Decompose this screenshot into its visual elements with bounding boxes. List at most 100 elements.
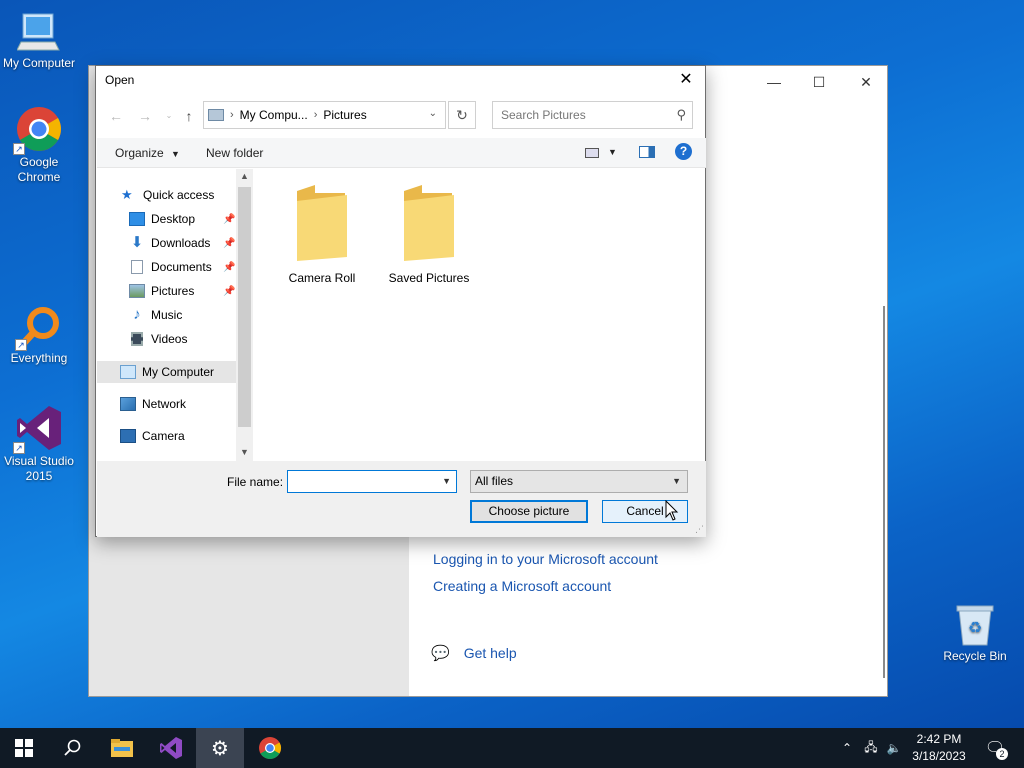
network-icon (120, 397, 136, 411)
navigation-pane: ★ Quick access Desktop 📌 ⬇ Downloads 📌 D… (97, 169, 254, 461)
desktop-icon-google-chrome[interactable]: ↗ Google Chrome (0, 105, 79, 185)
chevron-down-icon[interactable]: ▼ (442, 476, 451, 486)
search-button[interactable] (48, 728, 96, 768)
desktop-icon-visual-studio[interactable]: ↗ Visual Studio 2015 (0, 404, 79, 484)
clock-time: 2:42 PM (916, 732, 962, 746)
desktop-icon-recycle-bin[interactable]: ♻ Recycle Bin (935, 603, 1015, 664)
windows-logo-icon (15, 739, 33, 757)
taskbar-chrome[interactable] (246, 728, 294, 768)
download-arrow-icon: ⬇ (130, 234, 144, 251)
nav-item-pictures[interactable]: Pictures 📌 (129, 280, 239, 302)
dialog-footer: File name: ▼ All files ▼ Choose picture … (97, 461, 706, 537)
nav-item-music[interactable]: ♪ Music (129, 304, 182, 326)
nav-item-label: Network (142, 397, 187, 411)
link-logging-in[interactable]: Logging in to your Microsoft account (433, 551, 658, 567)
folder-label: Saved Pictures (388, 271, 470, 285)
new-folder-button[interactable]: New folder (206, 146, 263, 160)
nav-item-my-computer[interactable]: My Computer (97, 361, 236, 383)
refresh-button[interactable]: ↻ (448, 101, 476, 129)
breadcrumb-my-computer[interactable]: My Compu... (240, 108, 308, 122)
nav-item-documents[interactable]: Documents 📌 (129, 256, 239, 278)
desktop-icon-label: Everything (10, 351, 68, 365)
nav-item-desktop[interactable]: Desktop 📌 (129, 208, 239, 230)
scroll-down-icon[interactable]: ▼ (236, 447, 253, 457)
taskbar-visual-studio[interactable] (147, 728, 195, 768)
recycle-bin-icon: ♻ (955, 603, 995, 647)
preview-pane-icon[interactable] (639, 146, 655, 161)
nav-item-label: Music (151, 308, 183, 322)
volume-icon[interactable]: 🔈 (884, 728, 904, 768)
pictures-icon (129, 284, 145, 298)
file-name-input[interactable]: ▼ (287, 470, 457, 493)
organize-button[interactable]: Organize ▼ (115, 146, 180, 160)
film-icon (131, 332, 143, 346)
chrome-icon: ↗ (13, 105, 63, 155)
taskbar-file-explorer[interactable] (98, 728, 146, 768)
recent-locations-chevron-icon[interactable]: ⌄ (160, 107, 178, 125)
resize-grip-icon[interactable]: ⋰ (695, 524, 704, 535)
clock-date: 3/18/2023 (912, 749, 966, 763)
choose-picture-button[interactable]: Choose picture (470, 500, 588, 523)
nav-item-label: Pictures (151, 284, 195, 298)
minimize-button[interactable]: — (759, 72, 789, 92)
nav-item-videos[interactable]: Videos (129, 328, 187, 350)
nav-item-label: My Computer (142, 365, 215, 379)
start-button[interactable] (0, 728, 48, 768)
address-bar[interactable]: › My Compu... › Pictures ⌄ (203, 101, 446, 129)
mouse-cursor-icon (665, 499, 679, 525)
scrollbar-thumb[interactable] (238, 187, 251, 427)
breadcrumb-pictures[interactable]: Pictures (323, 108, 366, 122)
desktop-icon-label: Recycle Bin (943, 649, 1007, 663)
help-icon[interactable]: ? (675, 143, 692, 160)
svg-text:♻: ♻ (968, 620, 982, 637)
get-help-link[interactable]: Get help (464, 645, 517, 661)
view-options-icon[interactable] (585, 147, 599, 161)
forward-arrow-icon[interactable]: → (136, 107, 154, 125)
chrome-icon (259, 737, 281, 759)
folder-item[interactable]: Saved Pictures (381, 183, 477, 285)
up-arrow-icon[interactable]: ↑ (180, 107, 198, 125)
chevron-up-icon: ⌃ (841, 741, 853, 755)
nav-item-label: Quick access (143, 188, 215, 202)
view-dropdown-icon[interactable]: ▼ (608, 147, 617, 157)
file-type-select[interactable]: All files ▼ (470, 470, 688, 493)
file-type-value: All files (475, 474, 514, 488)
navigation-scrollbar[interactable]: ▲ ▼ (236, 169, 253, 461)
scroll-up-icon[interactable]: ▲ (236, 171, 253, 181)
back-arrow-icon[interactable]: ← (107, 107, 125, 125)
visual-studio-icon: ↗ (13, 404, 63, 454)
search-input[interactable]: Search Pictures ⚲ (492, 101, 693, 129)
address-dropdown-icon[interactable]: ⌄ (429, 108, 437, 119)
desktop-icon-my-computer[interactable]: My Computer (0, 10, 79, 71)
nav-item-network[interactable]: Network (120, 393, 186, 415)
folder-item[interactable]: Camera Roll (274, 183, 370, 285)
chevron-down-icon: ▼ (672, 476, 681, 486)
folder-icon (402, 183, 456, 263)
nav-item-label: Camera (142, 429, 185, 443)
clock[interactable]: 2:42 PM 3/18/2023 (904, 731, 974, 765)
nav-item-quick-access[interactable]: ★ Quick access (121, 184, 214, 206)
nav-item-downloads[interactable]: ⬇ Downloads 📌 (129, 232, 239, 254)
close-button[interactable]: ✕ (851, 72, 881, 92)
star-icon: ★ (121, 187, 133, 202)
action-center-button[interactable]: 🗨 2 (980, 728, 1010, 768)
dialog-close-button[interactable]: ✕ (675, 69, 697, 91)
search-icon: ⚲ (676, 107, 686, 122)
maximize-button[interactable]: ☐ (804, 72, 834, 92)
pictures-location-icon (208, 109, 224, 121)
notification-badge: 2 (996, 748, 1008, 760)
scrollbar[interactable] (883, 306, 885, 678)
show-hidden-icons-button[interactable]: ⌃ (838, 728, 856, 768)
network-status-icon[interactable]: 🖧 (860, 728, 882, 768)
shortcut-arrow-icon: ↗ (13, 143, 25, 155)
desktop-icon-everything[interactable]: ↗ Everything (0, 305, 79, 366)
link-creating-account[interactable]: Creating a Microsoft account (433, 578, 611, 594)
breadcrumb-separator-icon: › (230, 109, 234, 121)
nav-item-camera[interactable]: Camera (120, 425, 185, 447)
get-help-row[interactable]: 💬 Get help (431, 644, 517, 662)
nav-item-label: Documents (151, 260, 212, 274)
taskbar-settings[interactable]: ⚙ (196, 728, 244, 768)
desktop-icon-label: Google Chrome (17, 155, 61, 184)
desktop-icon-label: Visual Studio 2015 (4, 454, 74, 483)
magnifier-icon: ↗ (15, 305, 61, 351)
